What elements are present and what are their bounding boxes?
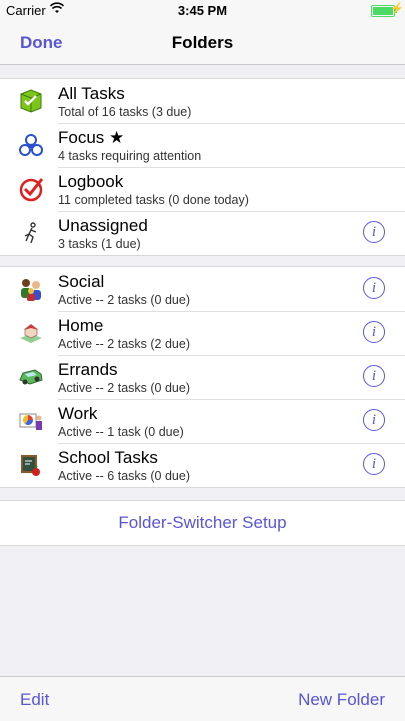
folder-row-errands[interactable]: Errands Active -- 2 tasks (0 due) i: [0, 355, 405, 399]
folder-subtitle: Active -- 6 tasks (0 due): [58, 469, 190, 483]
folder-subtitle: 11 completed tasks (0 done today): [58, 193, 249, 207]
unassigned-icon: [24, 222, 37, 244]
info-button[interactable]: i: [363, 453, 385, 475]
errands-icon: [19, 369, 43, 385]
info-button[interactable]: i: [363, 221, 385, 243]
folder-row-social[interactable]: Social Active -- 2 tasks (0 due) i: [0, 267, 405, 311]
folder-subtitle: 3 tasks (1 due): [58, 237, 141, 251]
page-title: Folders: [171, 33, 234, 52]
focus-icon: [19, 134, 43, 156]
folder-title: Focus ★: [58, 128, 125, 147]
status-time: 3:45 PM: [177, 3, 228, 18]
school-icon: [21, 455, 40, 476]
folder-row-focus[interactable]: Focus ★ 4 tasks requiring attention: [0, 123, 405, 167]
folder-switcher-setup-button[interactable]: Folder-Switcher Setup: [0, 500, 405, 546]
folder-row-unassigned[interactable]: Unassigned 3 tasks (1 due) i: [0, 211, 405, 255]
info-button[interactable]: i: [363, 409, 385, 431]
folder-subtitle: Active -- 1 task (0 due): [58, 425, 184, 439]
info-button[interactable]: i: [363, 277, 385, 299]
folder-row-school-tasks[interactable]: School Tasks Active -- 6 tasks (0 due) i: [0, 443, 405, 487]
folder-row-work[interactable]: Work Active -- 1 task (0 due) i: [0, 399, 405, 443]
home-icon: [20, 324, 42, 343]
folder-subtitle: Total of 16 tasks (3 due): [58, 105, 192, 119]
status-bar: Carrier 3:45 PM ⚡: [0, 0, 405, 20]
folder-title: Social: [58, 272, 105, 291]
folder-title: Errands: [58, 360, 118, 379]
system-folders-group: All Tasks Total of 16 tasks (3 due) Focu…: [0, 78, 405, 256]
folder-subtitle: Active -- 2 tasks (0 due): [58, 293, 190, 307]
folder-title: Logbook: [58, 172, 124, 191]
edit-button[interactable]: Edit: [20, 690, 49, 710]
navigation-bar: Done Folders: [0, 20, 405, 65]
folder-title: All Tasks: [58, 84, 125, 103]
info-button[interactable]: i: [363, 365, 385, 387]
folder-title: Home: [58, 316, 104, 335]
social-icon: [21, 279, 41, 301]
folder-row-logbook[interactable]: Logbook 11 completed tasks (0 done today…: [0, 167, 405, 211]
logbook-icon: [19, 178, 44, 202]
folder-subtitle: 4 tasks requiring attention: [58, 149, 202, 163]
folder-title: Work: [58, 404, 98, 423]
folder-row-all-tasks[interactable]: All Tasks Total of 16 tasks (3 due): [0, 79, 405, 123]
charging-icon: ⚡: [390, 3, 404, 15]
user-folders-group: Social Active -- 2 tasks (0 due) i Home …: [0, 266, 405, 488]
bottom-toolbar: Edit New Folder: [0, 676, 405, 721]
work-icon: [19, 413, 42, 430]
info-button[interactable]: i: [363, 321, 385, 343]
folder-title: Unassigned: [58, 216, 148, 235]
new-folder-button[interactable]: New Folder: [298, 690, 385, 710]
all-tasks-icon: [20, 89, 42, 113]
folder-subtitle: Active -- 2 tasks (0 due): [58, 381, 190, 395]
folder-subtitle: Active -- 2 tasks (2 due): [58, 337, 190, 351]
folder-row-home[interactable]: Home Active -- 2 tasks (2 due) i: [0, 311, 405, 355]
folder-title: School Tasks: [58, 448, 158, 467]
